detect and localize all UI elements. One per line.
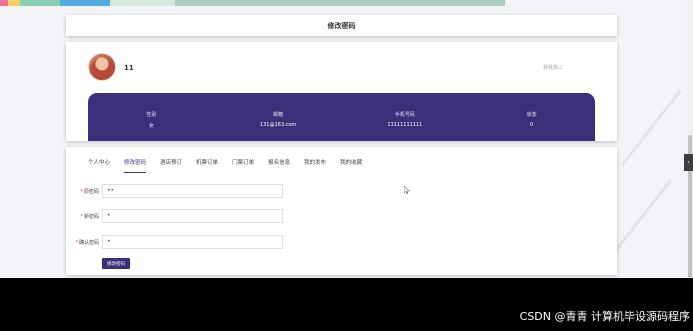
info-label: 手机号码 <box>394 112 415 118</box>
tab-change-password[interactable]: 修改密码 <box>124 158 147 173</box>
info-value: 131@163.com <box>259 122 297 128</box>
confirm-password-row: *确认密码 • <box>66 235 283 249</box>
info-value: 女 <box>148 123 154 129</box>
tab-flight-orders[interactable]: 机票订单 <box>196 158 218 173</box>
background-decoration <box>621 89 682 166</box>
tab-hotel-booking[interactable]: 酒店预订 <box>160 158 182 173</box>
user-signature: 我我我三 <box>542 65 563 71</box>
top-banner-image <box>0 0 505 6</box>
new-password-row: *新密码 • <box>66 209 283 223</box>
confirm-password-input[interactable]: • <box>102 235 283 249</box>
tab-my-favorites[interactable]: 我的收藏 <box>340 158 362 173</box>
info-label: 状态 <box>526 112 537 118</box>
info-phone: 手机号码 13111111111 <box>342 93 469 141</box>
scrollbar[interactable] <box>687 0 693 278</box>
user-info-panel: 性别 女 邮箱 131@163.com 手机号码 13111111111 状态 … <box>88 93 595 141</box>
chevron-left-icon: ‹ <box>687 159 690 166</box>
tab-personal-center[interactable]: 个人中心 <box>88 158 110 173</box>
old-password-row: *原密码 •• <box>66 184 283 198</box>
user-center-tabs: 个人中心 修改密码 酒店预订 机票订单 门票订单 报名信息 我的发布 我的收藏 <box>88 158 376 173</box>
side-panel-toggle[interactable]: ‹ <box>684 154 693 171</box>
info-value: 0 <box>530 122 534 128</box>
tab-my-posts[interactable]: 我的发布 <box>304 158 326 173</box>
info-gender: 性别 女 <box>88 93 215 141</box>
page-title: 修改密码 <box>327 21 356 30</box>
tab-registration-info[interactable]: 报名信息 <box>268 158 290 173</box>
page-title-card: 修改密码 <box>66 15 617 36</box>
background-decoration <box>611 179 672 256</box>
old-password-label: *原密码 <box>80 188 99 195</box>
new-password-input[interactable]: • <box>102 209 283 223</box>
watermark: CSDN @青青 计算机毕设源码程序 <box>519 310 690 323</box>
tab-ticket-orders[interactable]: 门票订单 <box>232 158 254 173</box>
info-email: 邮箱 131@163.com <box>215 93 342 141</box>
info-value: 13111111111 <box>387 122 423 128</box>
change-password-button[interactable]: 修改密码 <box>102 258 130 269</box>
mouse-cursor-icon <box>404 186 410 194</box>
username: 11 <box>124 64 134 72</box>
profile-card: 11 我我我三 性别 女 邮箱 131@163.com 手机号码 1311111… <box>66 42 617 141</box>
info-status: 状态 0 <box>468 93 595 141</box>
password-form-card: 个人中心 修改密码 酒店预订 机票订单 门票订单 报名信息 我的发布 我的收藏 … <box>66 147 617 275</box>
info-label: 性别 <box>146 112 157 118</box>
new-password-label: *新密码 <box>80 213 99 220</box>
info-label: 邮箱 <box>273 112 284 118</box>
avatar <box>88 53 116 81</box>
old-password-input[interactable]: •• <box>102 184 283 198</box>
confirm-password-label: *确认密码 <box>75 239 99 246</box>
